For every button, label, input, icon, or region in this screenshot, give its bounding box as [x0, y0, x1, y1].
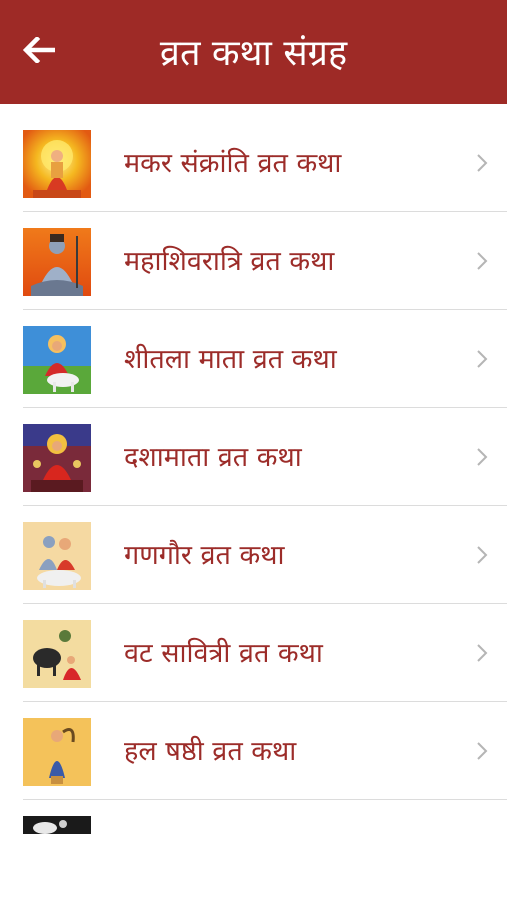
list-item-label: हल षष्ठी व्रत कथा — [124, 736, 297, 767]
sheetla-mata-thumbnail — [23, 326, 91, 394]
page-title: व्रत कथा संग्रह — [159, 33, 348, 74]
list-item-label: दशामाता व्रत कथा — [124, 442, 302, 473]
list-item[interactable]: दशामाता व्रत कथा — [0, 408, 507, 506]
chevron-right-icon — [475, 348, 489, 370]
list-item-label: मकर संक्रांति व्रत कथा — [124, 148, 342, 179]
chevron-right-icon — [475, 642, 489, 664]
vrat-katha-list: मकर संक्रांति व्रत कथा महाशिवरात्रि व्रत… — [0, 114, 507, 800]
shiva-thumbnail — [23, 228, 91, 296]
list-item[interactable]: मकर संक्रांति व्रत कथा — [0, 114, 507, 212]
list-item-label: शीतला माता व्रत कथा — [124, 344, 337, 375]
list-item-label: गणगौर व्रत कथा — [124, 540, 285, 571]
gangaur-thumbnail — [23, 522, 91, 590]
chevron-right-icon — [475, 152, 489, 174]
list-item[interactable]: शीतला माता व्रत कथा — [0, 310, 507, 408]
chevron-right-icon — [475, 740, 489, 762]
sun-deity-thumbnail — [23, 130, 91, 198]
app-screen: व्रत कथा संग्रह मकर संक्रांति व्रत कथा म… — [0, 0, 507, 900]
next-item-thumbnail-partial — [23, 816, 91, 834]
vat-savitri-thumbnail — [23, 620, 91, 688]
list-item[interactable]: गणगौर व्रत कथा — [0, 506, 507, 604]
list-item-label: वट सावित्री व्रत कथा — [124, 638, 323, 669]
list-item-label: महाशिवरात्रि व्रत कथा — [124, 246, 335, 277]
list-item[interactable]: हल षष्ठी व्रत कथा — [0, 702, 507, 800]
list-item[interactable]: वट सावित्री व्रत कथा — [0, 604, 507, 702]
hal-shashthi-thumbnail — [23, 718, 91, 786]
list-item[interactable]: महाशिवरात्रि व्रत कथा — [0, 212, 507, 310]
chevron-right-icon — [475, 250, 489, 272]
chevron-right-icon — [475, 544, 489, 566]
chevron-right-icon — [475, 446, 489, 468]
app-bar: व्रत कथा संग्रह — [0, 0, 507, 104]
dashamata-thumbnail — [23, 424, 91, 492]
